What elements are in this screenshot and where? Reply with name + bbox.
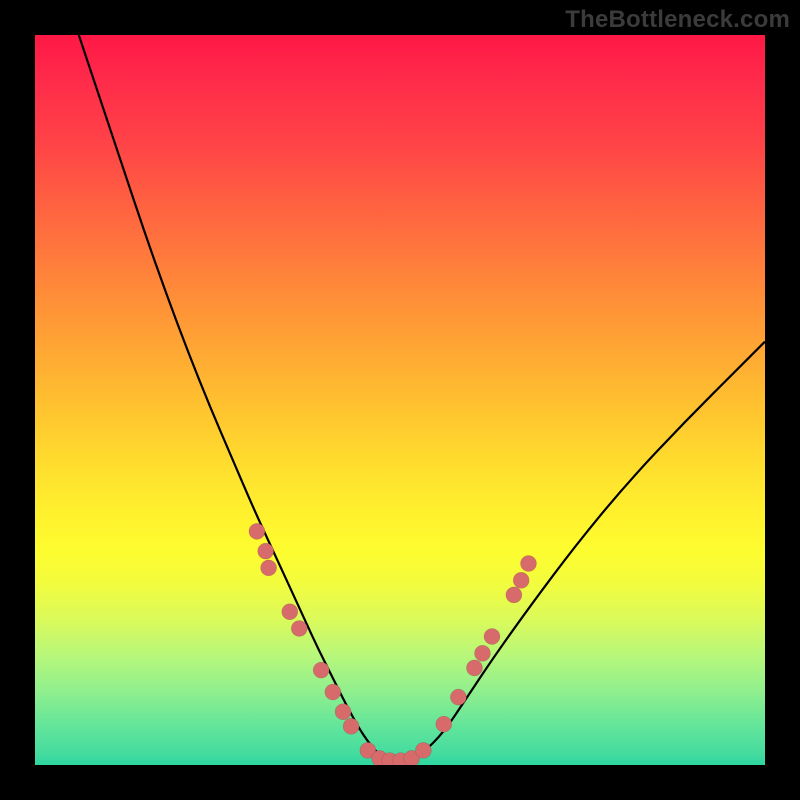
data-dot [415,742,431,758]
data-dot [313,662,329,678]
data-dot [258,543,274,559]
watermark-text: TheBottleneck.com [565,6,790,34]
data-dot [249,523,265,539]
data-dot [466,660,482,676]
data-dot [436,716,452,732]
data-dot [291,620,307,636]
curve-layer [35,35,765,765]
data-dot [325,684,341,700]
data-dot [335,704,351,720]
chart-container: TheBottleneck.com [0,0,800,800]
data-dot [450,689,466,705]
data-dot [261,560,277,576]
data-dot [474,645,490,661]
data-dot [506,587,522,603]
data-dot [282,604,298,620]
data-dot [343,718,359,734]
dots-group [249,523,537,765]
bottleneck-curve [79,35,765,762]
plot-area [35,35,765,765]
data-dot [484,629,500,645]
data-dot [520,556,536,572]
curve-path [79,35,765,762]
data-dot [513,572,529,588]
